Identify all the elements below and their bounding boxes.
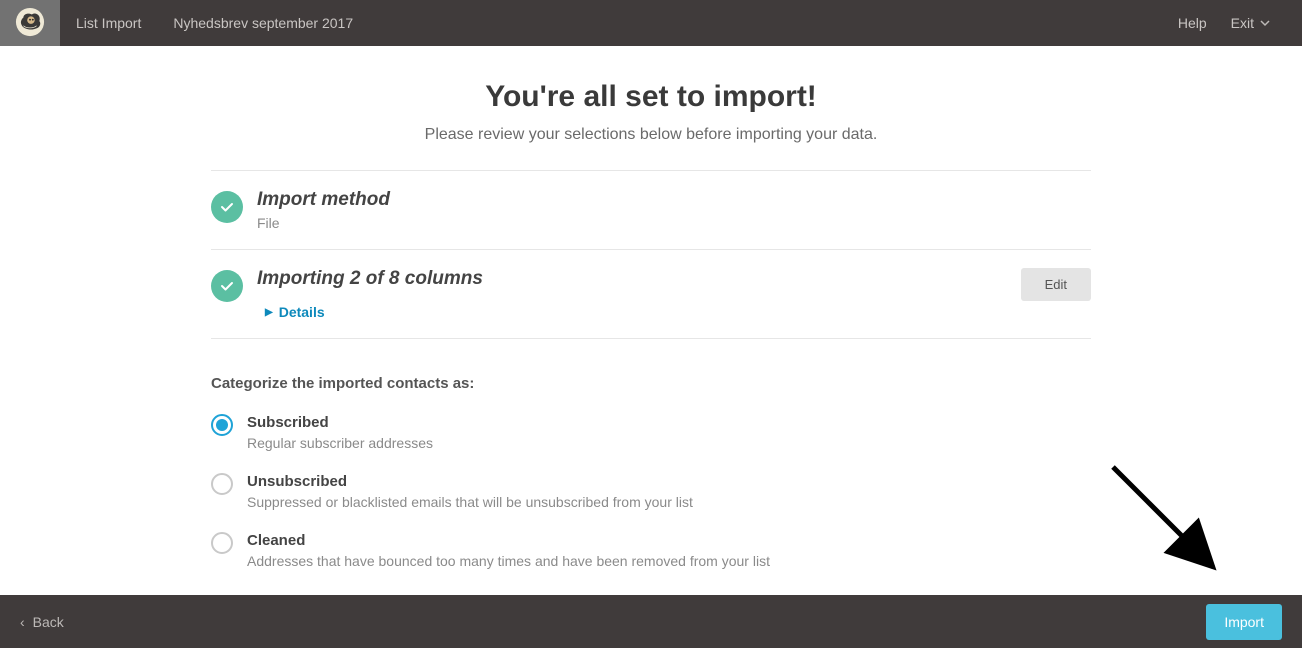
exit-link-text: Exit bbox=[1231, 15, 1254, 31]
radio-button[interactable] bbox=[211, 473, 233, 495]
radio-button[interactable] bbox=[211, 414, 233, 436]
topbar-page-label-text: List Import bbox=[76, 15, 141, 31]
import-button[interactable]: Import bbox=[1206, 604, 1282, 640]
chevron-right-icon: ▶ bbox=[265, 307, 273, 318]
radio-label: Cleaned bbox=[247, 532, 770, 549]
radio-option-cleaned[interactable]: Cleaned Addresses that have bounced too … bbox=[211, 532, 1091, 569]
radio-body: Unsubscribed Suppressed or blacklisted e… bbox=[247, 473, 693, 510]
help-link-text: Help bbox=[1178, 15, 1207, 31]
topbar-page-label[interactable]: List Import bbox=[60, 15, 157, 31]
edit-wrap: Edit bbox=[1021, 268, 1091, 301]
section-import-method: Import method File bbox=[211, 170, 1091, 249]
page-subtitle: Please review your selections below befo… bbox=[0, 126, 1302, 144]
radio-description: Addresses that have bounced too many tim… bbox=[247, 553, 770, 569]
section-body: Import method File bbox=[257, 189, 1091, 231]
columns-title: Importing 2 of 8 columns bbox=[257, 268, 1007, 290]
bottombar: ‹ Back Import bbox=[0, 595, 1302, 648]
mailchimp-logo-icon bbox=[15, 7, 45, 40]
radio-button[interactable] bbox=[211, 532, 233, 554]
radio-body: Cleaned Addresses that have bounced too … bbox=[247, 532, 770, 569]
topbar: List Import Nyhedsbrev september 2017 He… bbox=[0, 0, 1302, 46]
main-content: You're all set to import! Please review … bbox=[0, 46, 1302, 595]
exit-link[interactable]: Exit bbox=[1219, 15, 1282, 31]
help-link[interactable]: Help bbox=[1166, 15, 1219, 31]
topbar-left: List Import Nyhedsbrev september 2017 bbox=[60, 0, 369, 46]
radio-description: Suppressed or blacklisted emails that wi… bbox=[247, 494, 693, 510]
check-icon bbox=[211, 191, 243, 223]
radio-label: Subscribed bbox=[247, 414, 433, 431]
details-link-text: Details bbox=[279, 304, 325, 320]
edit-button[interactable]: Edit bbox=[1021, 268, 1091, 301]
categorize-heading: Categorize the imported contacts as: bbox=[211, 375, 1091, 392]
radio-option-subscribed[interactable]: Subscribed Regular subscriber addresses bbox=[211, 414, 1091, 451]
radio-dot-icon bbox=[216, 419, 228, 431]
categorize-block: Categorize the imported contacts as: Sub… bbox=[211, 338, 1091, 569]
import-method-value: File bbox=[257, 215, 1091, 231]
radio-description: Regular subscriber addresses bbox=[247, 435, 433, 451]
section-body: Importing 2 of 8 columns ▶ Details bbox=[257, 268, 1007, 320]
chevron-down-icon bbox=[1260, 15, 1270, 31]
page-title: You're all set to import! bbox=[0, 80, 1302, 114]
details-link[interactable]: ▶ Details bbox=[265, 304, 325, 320]
brand-logo[interactable] bbox=[0, 0, 60, 46]
radio-body: Subscribed Regular subscriber addresses bbox=[247, 414, 433, 451]
import-method-title: Import method bbox=[257, 189, 1091, 211]
chevron-left-icon: ‹ bbox=[20, 614, 25, 630]
radio-label: Unsubscribed bbox=[247, 473, 693, 490]
check-icon bbox=[211, 270, 243, 302]
section-columns: Importing 2 of 8 columns ▶ Details Edit bbox=[211, 249, 1091, 338]
back-button[interactable]: ‹ Back bbox=[20, 614, 64, 630]
topbar-right: Help Exit bbox=[1166, 0, 1302, 46]
topbar-list-name-text: Nyhedsbrev september 2017 bbox=[173, 15, 353, 31]
back-button-text: Back bbox=[33, 614, 64, 630]
review-container: Import method File Importing 2 of 8 colu… bbox=[211, 170, 1091, 569]
topbar-list-name[interactable]: Nyhedsbrev september 2017 bbox=[157, 15, 369, 31]
radio-option-unsubscribed[interactable]: Unsubscribed Suppressed or blacklisted e… bbox=[211, 473, 1091, 510]
